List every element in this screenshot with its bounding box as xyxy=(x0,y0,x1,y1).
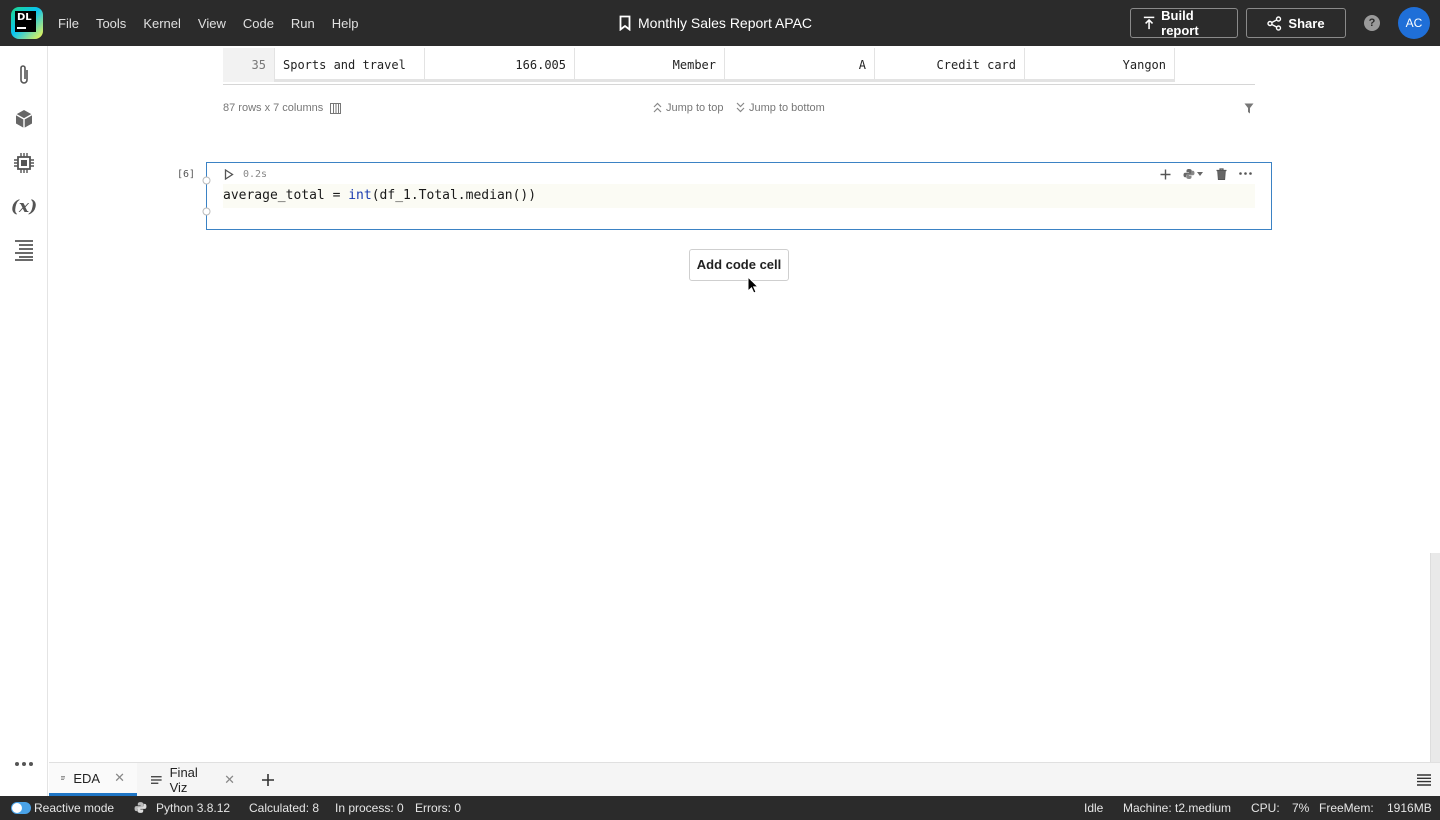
table-footer: 87 rows x 7 columns Jump to top Jump to … xyxy=(223,102,1255,116)
menu-tools[interactable]: Tools xyxy=(96,16,126,31)
cpu-label: CPU: xyxy=(1251,801,1280,815)
outline-icon[interactable] xyxy=(12,238,36,262)
chevrons-down-icon xyxy=(736,102,745,113)
columns-icon[interactable] xyxy=(330,103,341,114)
notebook-title[interactable]: Monthly Sales Report APAC xyxy=(619,14,812,32)
calculated-count: Calculated: 8 xyxy=(249,801,320,815)
share-label: Share xyxy=(1288,15,1325,31)
table-row: 35 Sports and travel 166.005 Member A Cr… xyxy=(223,48,1175,82)
more-actions-icon[interactable] xyxy=(1239,172,1252,175)
menu-help[interactable]: Help xyxy=(332,16,359,31)
code-variable: average_total xyxy=(223,188,325,203)
code-operator: = xyxy=(324,188,349,203)
logo-text: DL xyxy=(15,11,36,32)
tab-eda[interactable]: EDA ✕ xyxy=(49,763,137,796)
machine-chip-icon[interactable] xyxy=(12,151,36,175)
table-cell: Sports and travel xyxy=(275,48,425,82)
cpu-value: 7% xyxy=(1292,801,1310,815)
tab-final-viz[interactable]: Final Viz ✕ xyxy=(139,763,247,796)
reactive-mode-toggle[interactable] xyxy=(11,802,31,814)
errors-count: Errors: 0 xyxy=(415,801,462,815)
table-summary: 87 rows x 7 columns xyxy=(223,102,324,114)
more-icon[interactable] xyxy=(12,752,36,776)
variables-icon[interactable]: (x) xyxy=(11,195,37,219)
python-icon xyxy=(134,802,147,813)
left-sidebar: (x) xyxy=(0,46,48,796)
jump-to-bottom-link[interactable]: Jump to bottom xyxy=(736,102,825,114)
status-bar: Reactive mode Python 3.8.12 Calculated: … xyxy=(0,796,1440,820)
chevrons-up-icon xyxy=(653,102,662,113)
code-cell[interactable]: 0.2s average_total = int(df_1.Total.medi… xyxy=(202,162,1272,230)
sheet-tabs: EDA ✕ Final Viz ✕ xyxy=(49,762,1440,796)
add-cell-plus-icon[interactable] xyxy=(1160,169,1171,180)
table-cell: Yangon xyxy=(1025,48,1175,82)
cell-collapse-handle-bottom[interactable] xyxy=(202,207,211,216)
in-process-count: In process: 0 xyxy=(335,801,404,815)
run-cell-icon[interactable] xyxy=(224,169,234,180)
cell-execution-count: [6] xyxy=(177,169,196,180)
machine-type[interactable]: Machine: t2.medium xyxy=(1123,801,1231,815)
sheet-icon xyxy=(61,776,66,780)
freemem-label: FreeMem: xyxy=(1319,801,1374,815)
close-tab-icon[interactable]: ✕ xyxy=(114,770,125,786)
table-cell: A xyxy=(725,48,875,82)
attachments-icon[interactable] xyxy=(12,63,36,87)
top-bar: DL File Tools Kernel View Code Run Help … xyxy=(0,0,1440,46)
menu-run[interactable]: Run xyxy=(291,16,315,31)
chevron-down-icon xyxy=(1197,172,1203,176)
add-sheet-icon[interactable] xyxy=(262,774,274,786)
freemem-value: 1916MB xyxy=(1387,801,1432,815)
menu-file[interactable]: File xyxy=(58,16,79,31)
sheets-list-icon[interactable] xyxy=(1417,774,1431,786)
sheet-icon xyxy=(151,775,162,784)
environment-icon[interactable] xyxy=(12,107,36,131)
code-builtin: int xyxy=(348,188,372,203)
table-cell: Member xyxy=(575,48,725,82)
jump-to-top-label: Jump to top xyxy=(666,102,724,114)
notebook-area: 35 Sports and travel 166.005 Member A Cr… xyxy=(49,46,1429,762)
cell-exec-time: 0.2s xyxy=(243,169,268,180)
tab-label: EDA xyxy=(73,770,101,786)
python-version[interactable]: Python 3.8.12 xyxy=(156,801,230,815)
datalore-logo[interactable]: DL xyxy=(11,7,43,39)
menu-code[interactable]: Code xyxy=(243,16,274,31)
code-expression: (df_1.Total.median()) xyxy=(371,188,537,203)
table-cell: 166.005 xyxy=(425,48,575,82)
mouse-cursor-icon xyxy=(747,276,759,294)
jump-to-top-link[interactable]: Jump to top xyxy=(653,102,723,114)
title-text: Monthly Sales Report APAC xyxy=(638,15,813,31)
upload-icon xyxy=(1143,16,1155,30)
reactive-mode-label: Reactive mode xyxy=(34,801,115,815)
jump-to-bottom-label: Jump to bottom xyxy=(749,102,825,114)
bookmark-icon xyxy=(619,15,631,31)
tab-label: Final Viz xyxy=(169,764,198,795)
row-index: 35 xyxy=(223,48,275,82)
share-button[interactable]: Share xyxy=(1246,8,1346,38)
add-code-cell-button[interactable]: Add code cell xyxy=(689,249,789,281)
python-kernel-dropdown[interactable] xyxy=(1183,168,1203,180)
build-report-button[interactable]: Build report xyxy=(1130,8,1238,38)
filter-icon[interactable] xyxy=(1244,103,1254,114)
python-icon xyxy=(1183,169,1195,179)
trash-icon[interactable] xyxy=(1216,168,1227,180)
share-icon xyxy=(1267,15,1282,31)
help-icon[interactable]: ? xyxy=(1364,15,1380,31)
user-avatar[interactable]: AC xyxy=(1398,7,1430,39)
kernel-status: Idle xyxy=(1084,801,1104,815)
menu-kernel[interactable]: Kernel xyxy=(143,16,181,31)
table-cell: Credit card xyxy=(875,48,1025,82)
main-menu: File Tools Kernel View Code Run Help xyxy=(58,0,376,46)
code-editor[interactable]: average_total = int(df_1.Total.median()) xyxy=(223,184,1255,208)
cell-collapse-handle-top[interactable] xyxy=(202,176,211,185)
close-tab-icon[interactable]: ✕ xyxy=(224,772,235,788)
menu-view[interactable]: View xyxy=(198,16,226,31)
vertical-scrollbar[interactable] xyxy=(1430,553,1440,762)
build-report-label: Build report xyxy=(1161,8,1199,38)
